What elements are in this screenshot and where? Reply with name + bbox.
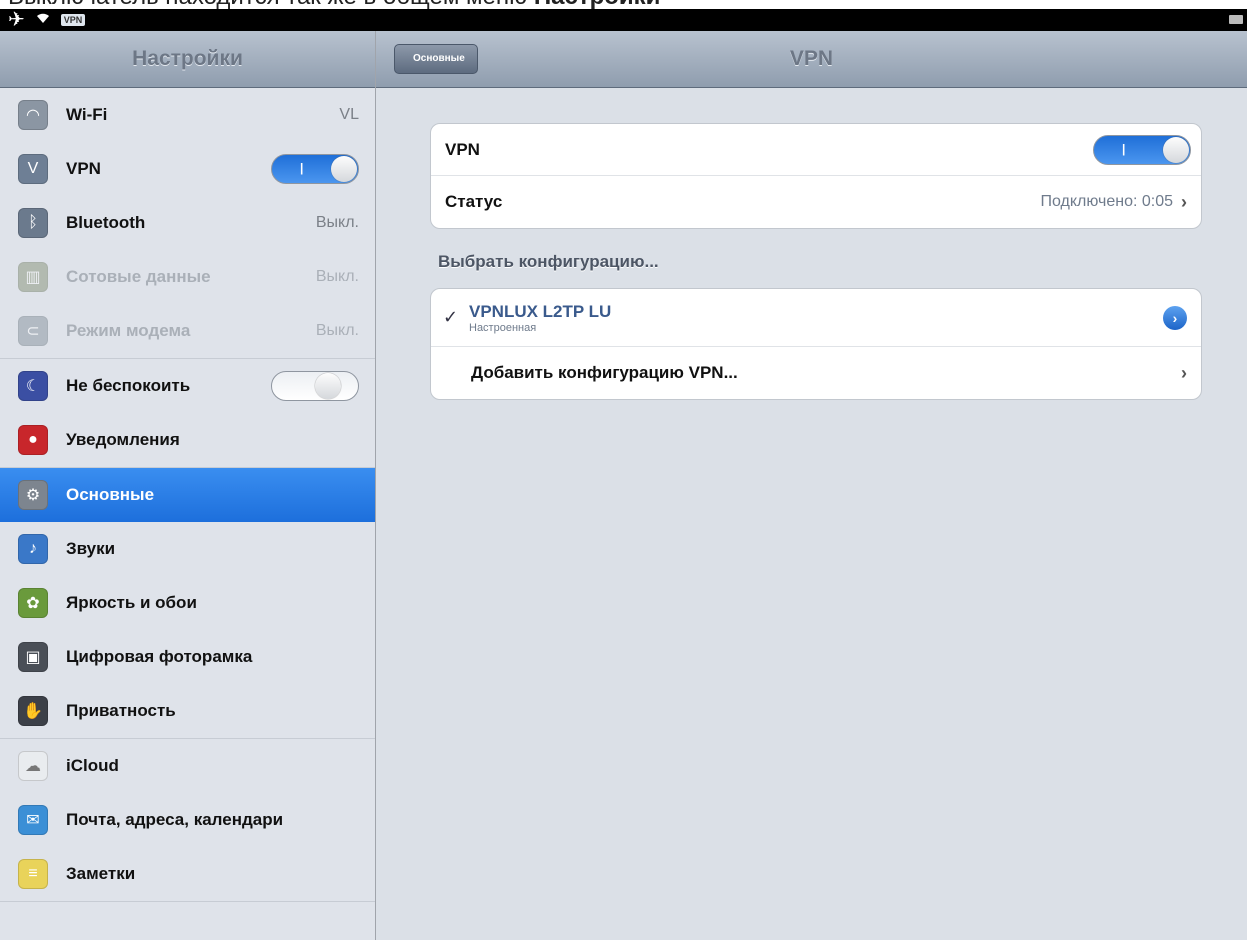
vpn-card: VPN | Статус Подключено: 0:05 › — [430, 123, 1202, 229]
mail-icon: ✉ — [18, 805, 48, 835]
switch-mark: | — [300, 161, 304, 175]
sidebar-item[interactable]: ♪ Звуки — [0, 522, 375, 576]
sidebar-group: ◠ Wi-Fi VL V VPN | ᛒ Bluetooth Выкл. ▥ Сотовые дан… — [0, 88, 375, 359]
status-label: Статус — [445, 192, 503, 211]
notes-icon: ≡ — [18, 859, 48, 889]
switch-knob — [315, 373, 341, 399]
sidebar-item-label: Уведомления — [66, 430, 180, 449]
status-value: Подключено: 0:05 — [1040, 193, 1173, 210]
sidebar-item[interactable]: ☁ iCloud — [0, 739, 375, 793]
sidebar-item[interactable]: ● Уведомления — [0, 413, 375, 467]
vpn-sidebar-toggle[interactable]: | — [271, 154, 359, 184]
checkmark-icon: ✓ — [443, 307, 459, 327]
detail-title: VPN — [789, 47, 834, 70]
sidebar-item-label: Яркость и обои — [66, 593, 197, 612]
sidebar-group: ☾Не беспокоитьO ● Уведомления — [0, 359, 375, 468]
info-disclosure-icon[interactable]: › — [1163, 305, 1187, 330]
config-card: ✓ VPNLUX L2TP LU Настроенная › Добавить … — [430, 288, 1202, 400]
vpn-icon: V — [18, 154, 48, 184]
sidebar-item-value: Выкл. — [315, 214, 359, 231]
config-name: VPNLUX L2TP LU — [469, 301, 612, 321]
sidebar-nav-bar: Настройки — [0, 31, 375, 88]
sidebar-item: ⊂ Режим модема Выкл. — [0, 304, 375, 358]
sidebar-title: Настройки — [132, 47, 243, 70]
config-row[interactable]: ✓ VPNLUX L2TP LU Настроенная › — [431, 289, 1201, 347]
sidebar-item[interactable]: ✿ Яркость и обои — [0, 576, 375, 630]
chevron-right-icon: › — [1181, 362, 1187, 383]
moon-icon: ☾ — [18, 371, 48, 401]
sidebar-item[interactable]: ▣ Цифровая фоторамка — [0, 630, 375, 684]
sidebar-item-label: iCloud — [66, 756, 119, 775]
sidebar-item[interactable]: ☾Не беспокоитьO — [0, 359, 375, 413]
hotspot-icon: ⊂ — [18, 316, 48, 346]
sidebar-item-label: Приватность — [66, 701, 176, 720]
sidebar-group: ⚙ Основные ♪ Звуки ✿ Яркость и обои ▣ Цифровая … — [0, 468, 375, 739]
status-bar: ✈ VPN — [0, 9, 1247, 31]
gear-icon: ⚙ — [18, 480, 48, 510]
config-subtitle: Настроенная — [469, 321, 537, 334]
sidebar-item-label: Режим модема — [66, 321, 191, 340]
switch-knob — [1163, 137, 1189, 163]
sidebar-item-label: Основные — [66, 485, 155, 504]
sidebar-item[interactable]: ⚙ Основные — [0, 468, 375, 522]
wifi-settings-icon: ◠ — [18, 100, 48, 130]
vpn-toggle-row: VPN | — [431, 124, 1201, 176]
hand-icon: ✋ — [18, 696, 48, 726]
settings-sidebar: Настройки ◠ Wi-Fi VL V VPN | ᛒ Bluetooth Выкл. ▥ С… — [0, 31, 376, 940]
sidebar-item-label: Сотовые данные — [66, 267, 211, 286]
config-text: VPNLUX L2TP LU Настроенная — [469, 302, 1163, 334]
detail-nav-bar: Основные VPN — [376, 31, 1247, 88]
sidebar-item-value: Выкл. — [315, 322, 359, 339]
sidebar-item[interactable]: ≡ Заметки — [0, 847, 375, 901]
sidebar-item[interactable]: ◠ Wi-Fi VL — [0, 88, 375, 142]
sidebar-item-label: Почта, адреса, календари — [66, 810, 284, 829]
add-config-row[interactable]: Добавить конфигурацию VPN... › — [431, 347, 1201, 399]
sidebar-item-label: Bluetooth — [66, 213, 146, 232]
config-section-header: Выбрать конфигурацию... — [438, 252, 659, 271]
vpn-toggle[interactable]: | — [1093, 135, 1191, 165]
switch-on-mark: | — [1122, 142, 1126, 156]
sidebar-item-label: Цифровая фоторамка — [66, 647, 253, 666]
vpn-status-badge: VPN — [60, 14, 86, 26]
sidebar-item[interactable]: ✋ Приватность — [0, 684, 375, 738]
sidebar-item[interactable]: ✉ Почта, адреса, календари — [0, 793, 375, 847]
cellular-icon: ▥ — [18, 262, 48, 292]
chevron-right-icon: › — [1181, 191, 1187, 212]
speaker-icon: ♪ — [18, 534, 48, 564]
sidebar-item-label: Звуки — [66, 539, 116, 558]
dnd-toggle[interactable]: O — [271, 371, 359, 401]
sidebar-item-value: VL — [339, 106, 359, 123]
sidebar-item: ▥ Сотовые данные Выкл. — [0, 250, 375, 304]
notifications-icon: ● — [18, 425, 48, 455]
cloud-icon: ☁ — [18, 751, 48, 781]
sidebar-item-label: Заметки — [66, 864, 136, 883]
switch-knob — [331, 156, 357, 182]
wallpaper-icon: ✿ — [18, 588, 48, 618]
battery-icon — [1229, 15, 1243, 24]
photo-frame-icon: ▣ — [18, 642, 48, 672]
status-row[interactable]: Статус Подключено: 0:05 › — [431, 176, 1201, 228]
sidebar-item-label: Wi-Fi — [66, 105, 108, 124]
bluetooth-icon: ᛒ — [18, 208, 48, 238]
detail-pane: Основные VPN VPN | Статус Подключено: 0:… — [376, 31, 1247, 940]
sidebar-item-value: Выкл. — [315, 268, 359, 285]
sidebar-item[interactable]: ᛒ Bluetooth Выкл. — [0, 196, 375, 250]
airplane-icon: ✈ — [8, 9, 25, 31]
sidebar-item[interactable]: V VPN | — [0, 142, 375, 196]
sidebar-groups: ◠ Wi-Fi VL V VPN | ᛒ Bluetooth Выкл. ▥ Сотовые дан… — [0, 88, 375, 902]
page-caption: Выключатель находится так же в общем мен… — [8, 0, 660, 9]
add-config-label: Добавить конфигурацию VPN... — [471, 363, 738, 382]
sidebar-group: ☁ iCloud ✉ Почта, адреса, календари ≡ Заметки — [0, 739, 375, 902]
vpn-row-label: VPN — [445, 139, 480, 159]
wifi-icon — [35, 9, 51, 31]
